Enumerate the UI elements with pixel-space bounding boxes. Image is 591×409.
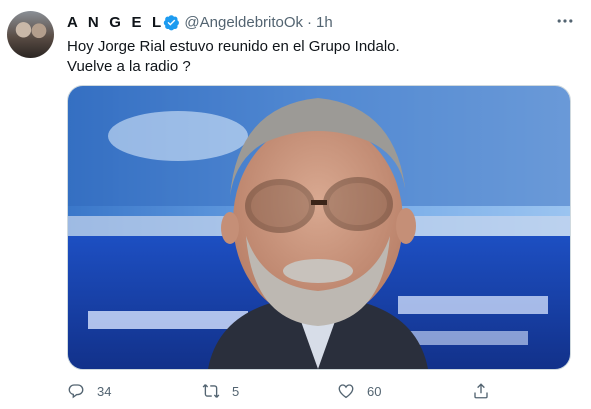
reply-icon — [68, 384, 84, 399]
verified-icon — [164, 14, 180, 30]
display-name[interactable]: A N G E L — [67, 14, 164, 31]
reply-button[interactable]: 34 — [67, 382, 111, 400]
photo-illustration — [68, 86, 570, 369]
share-button[interactable] — [472, 382, 502, 400]
retweet-count: 5 — [232, 383, 240, 399]
reply-count: 34 — [97, 383, 112, 399]
like-count: 60 — [367, 383, 382, 399]
retweet-button[interactable]: 5 — [202, 382, 239, 400]
separator-dot: · — [307, 13, 313, 31]
retweet-icon — [202, 384, 220, 398]
tweet-image[interactable] — [67, 85, 571, 370]
share-icon — [474, 383, 488, 399]
more-icon[interactable] — [555, 11, 575, 31]
handle[interactable]: @AngeldebritoOk — [184, 14, 303, 31]
tweet-header: A N G E L @AngeldebritoOk · 1h — [67, 12, 333, 32]
tweet[interactable]: A N G E L @AngeldebritoOk · 1h Hoy Jorge… — [0, 0, 591, 409]
tweet-actions: 34 5 60 — [67, 382, 507, 404]
tweet-text-line-2: Vuelve a la radio ? — [67, 58, 191, 75]
avatar[interactable] — [7, 11, 54, 58]
tweet-text-line-1: Hoy Jorge Rial estuvo reunido en el Grup… — [67, 38, 400, 55]
like-button[interactable]: 60 — [337, 382, 381, 400]
timestamp[interactable]: 1h — [316, 14, 333, 31]
tweet-text: Hoy Jorge Rial estuvo reunido en el Grup… — [67, 37, 567, 77]
like-icon — [338, 384, 354, 399]
